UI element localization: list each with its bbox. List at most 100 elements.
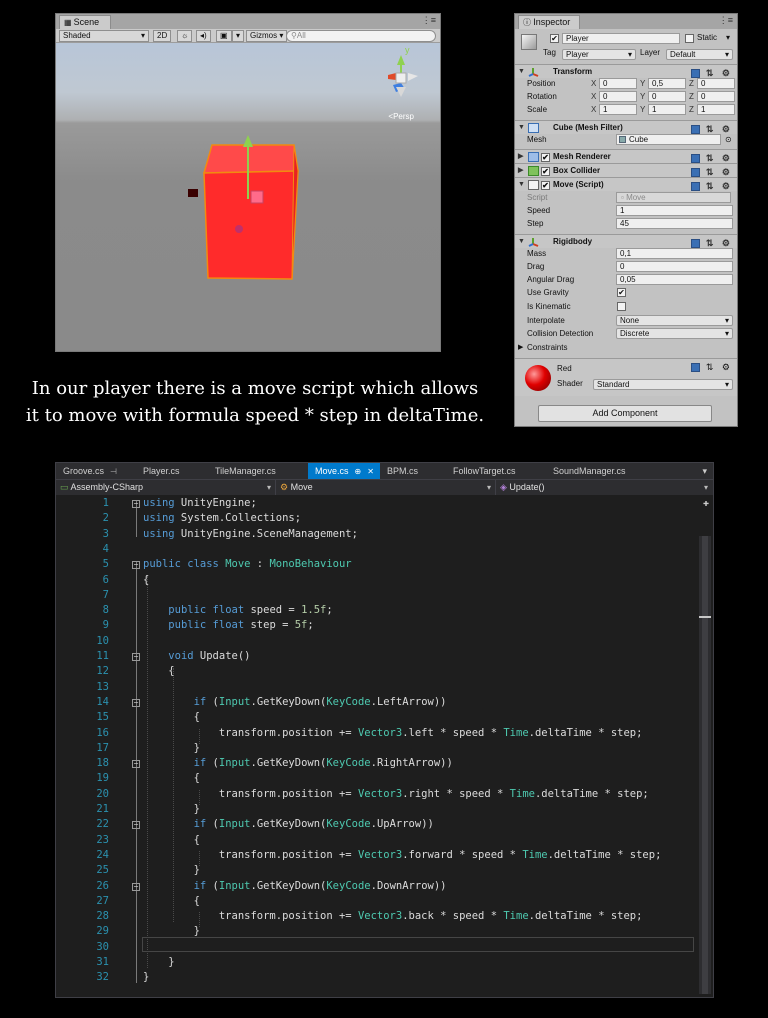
help-book-icon[interactable] (691, 154, 701, 164)
inspector-tab-menu-icon[interactable]: ⋮≡ (719, 15, 733, 26)
preset-icon[interactable]: ⇅ (706, 153, 717, 163)
preset-icon[interactable]: ⇅ (706, 181, 717, 191)
shading-mode-dropdown[interactable]: Shaded ▾ (59, 30, 149, 42)
collision-detection-dropdown[interactable]: Discrete (616, 328, 733, 339)
preset-icon[interactable]: ⇅ (706, 167, 717, 177)
editor-body[interactable]: ✚ 1− using UnityEngine; 2 using System.Col… (56, 496, 713, 997)
persp-label[interactable]: <Persp (388, 112, 414, 121)
static-checkbox[interactable] (685, 34, 694, 43)
object-name-field[interactable]: Player (562, 33, 680, 44)
z-axis-label[interactable]: Z (689, 103, 694, 116)
y-axis-label[interactable]: Y (640, 103, 645, 116)
scale-z-field[interactable]: 1 (697, 104, 735, 115)
constraints-row[interactable]: ▶ Constraints (515, 341, 737, 354)
position-x-field[interactable]: 0 (599, 78, 637, 89)
effects-dropdown[interactable]: ▾ (232, 30, 245, 42)
pin-icon[interactable]: ⊣ (110, 467, 117, 476)
tag-dropdown[interactable]: Player (562, 49, 636, 60)
step-field[interactable]: 45 (616, 218, 733, 229)
vertical-scrollbar[interactable] (699, 536, 711, 994)
mesh-object-field[interactable]: Cube (616, 134, 721, 145)
tab-move-cs[interactable]: Move.cs ⊕ ✕ (308, 463, 380, 479)
shader-dropdown[interactable]: Standard (593, 379, 733, 390)
angular-drag-field[interactable]: 0,05 (616, 274, 733, 285)
lighting-toggle-icon[interactable]: ☼ (177, 30, 193, 42)
settings-gear-icon[interactable]: ⚙ (722, 362, 733, 372)
object-picker-icon[interactable]: ⊙ (725, 133, 732, 146)
fold-toggle-icon[interactable]: − (132, 821, 140, 830)
x-axis-label[interactable]: X (591, 90, 596, 103)
close-tab-icon[interactable]: ✕ (367, 467, 374, 476)
tab-overflow-icon[interactable]: ▾ (702, 463, 707, 479)
tab-soundmanager-cs[interactable]: SoundManager.cs (546, 463, 656, 479)
tab-player-cs[interactable]: Player.cs (136, 463, 208, 479)
2d-toggle-button[interactable]: 2D (153, 30, 172, 42)
help-book-icon[interactable] (691, 168, 701, 178)
fold-toggle-icon[interactable]: − (132, 561, 140, 570)
mesh-renderer-header[interactable]: ▶ ✔ Mesh Renderer ⇅ ⚙ (515, 149, 737, 164)
tab-scene[interactable]: ▦ Scene (59, 15, 111, 29)
scene-search-input[interactable]: ⚲All (286, 30, 436, 42)
audio-toggle-icon[interactable]: ◂) (196, 30, 211, 42)
use-gravity-checkbox[interactable]: ✔ (617, 288, 626, 297)
fold-toggle-icon[interactable]: − (132, 698, 140, 707)
drag-field[interactable]: 0 (616, 261, 733, 272)
rigidbody-header[interactable]: ▼ Rigidbody ⇅ ⚙ (515, 234, 737, 249)
gizmos-dropdown[interactable]: Gizmos ▾ (246, 30, 288, 42)
box-collider-header[interactable]: ▶ ✔ Box Collider ⇅ ⚙ (515, 163, 737, 178)
position-z-field[interactable]: 0 (697, 78, 735, 89)
y-axis-label[interactable]: Y (640, 77, 645, 90)
layer-dropdown[interactable]: Default (666, 49, 733, 60)
position-y-field[interactable]: 0,5 (648, 78, 686, 89)
fold-toggle-icon[interactable]: − (132, 882, 140, 891)
scale-y-field[interactable]: 1 (648, 104, 686, 115)
speed-field[interactable]: 1 (616, 205, 733, 216)
rotation-z-field[interactable]: 0 (697, 91, 735, 102)
mesh-filter-header[interactable]: ▼ Cube (Mesh Filter) ⇅ ⚙ (515, 120, 737, 135)
project-dropdown[interactable]: ▭ Assembly-CSharp ▾ (56, 480, 276, 495)
is-kinematic-checkbox[interactable] (617, 302, 626, 311)
preset-icon[interactable]: ⇅ (706, 362, 717, 372)
tab-followtarget-cs[interactable]: FollowTarget.cs (446, 463, 546, 479)
box-collider-enabled-checkbox[interactable]: ✔ (541, 167, 550, 176)
settings-gear-icon[interactable]: ⚙ (722, 153, 733, 163)
y-axis-label[interactable]: Y (640, 90, 645, 103)
z-axis-label[interactable]: Z (689, 90, 694, 103)
help-book-icon[interactable] (691, 363, 701, 373)
tab-inspector[interactable]: ⓘ Inspector (518, 15, 580, 29)
rotation-x-field[interactable]: 0 (599, 91, 637, 102)
move-script-header[interactable]: ▼ ✔ Move (Script) ⇅ ⚙ (515, 177, 737, 192)
x-axis-label[interactable]: X (591, 77, 596, 90)
class-dropdown[interactable]: ⚙ Move ▾ (276, 480, 496, 495)
fold-toggle-icon[interactable]: − (132, 760, 140, 769)
effects-toggle-icon[interactable]: ▣ (216, 30, 232, 42)
move-script-enabled-checkbox[interactable]: ✔ (541, 181, 550, 190)
member-dropdown[interactable]: ◈ Update() ▾ (496, 480, 712, 495)
transform-header[interactable]: ▼ Transform ⇅ ⚙ (515, 64, 737, 79)
tab-groove-cs[interactable]: Groove.cs ⊣ (56, 463, 134, 479)
scene-tab-menu-icon[interactable]: ⋮≡ (422, 15, 436, 26)
rotation-y-field[interactable]: 0 (648, 91, 686, 102)
player-cube[interactable] (202, 144, 299, 280)
z-axis-label[interactable]: Z (689, 77, 694, 90)
split-editor-icon[interactable]: ✚ (703, 498, 709, 509)
interpolate-dropdown[interactable]: None (616, 315, 733, 326)
settings-gear-icon[interactable]: ⚙ (722, 167, 733, 177)
orientation-gizmo[interactable] (388, 55, 418, 97)
scene-viewport[interactable]: y <Persp (56, 43, 440, 351)
scale-x-field[interactable]: 1 (599, 104, 637, 115)
tab-tilemanager-cs[interactable]: TileManager.cs (208, 463, 308, 479)
add-component-button[interactable]: Add Component (538, 405, 712, 422)
static-dropdown-icon[interactable]: ▾ (726, 33, 730, 42)
settings-gear-icon[interactable]: ⚙ (722, 181, 733, 191)
fold-toggle-icon[interactable]: − (132, 500, 140, 508)
fold-toggle-icon[interactable]: − (132, 653, 140, 661)
scrollbar-thumb[interactable] (702, 536, 708, 994)
x-axis-label[interactable]: X (591, 103, 596, 116)
mass-field[interactable]: 0,1 (616, 248, 733, 259)
mesh-renderer-enabled-checkbox[interactable]: ✔ (541, 153, 550, 162)
active-checkbox[interactable]: ✔ (550, 34, 559, 43)
tab-bpm-cs[interactable]: BPM.cs (380, 463, 446, 479)
keep-tab-open-icon[interactable]: ⊕ (355, 467, 362, 476)
help-book-icon[interactable] (691, 182, 701, 192)
